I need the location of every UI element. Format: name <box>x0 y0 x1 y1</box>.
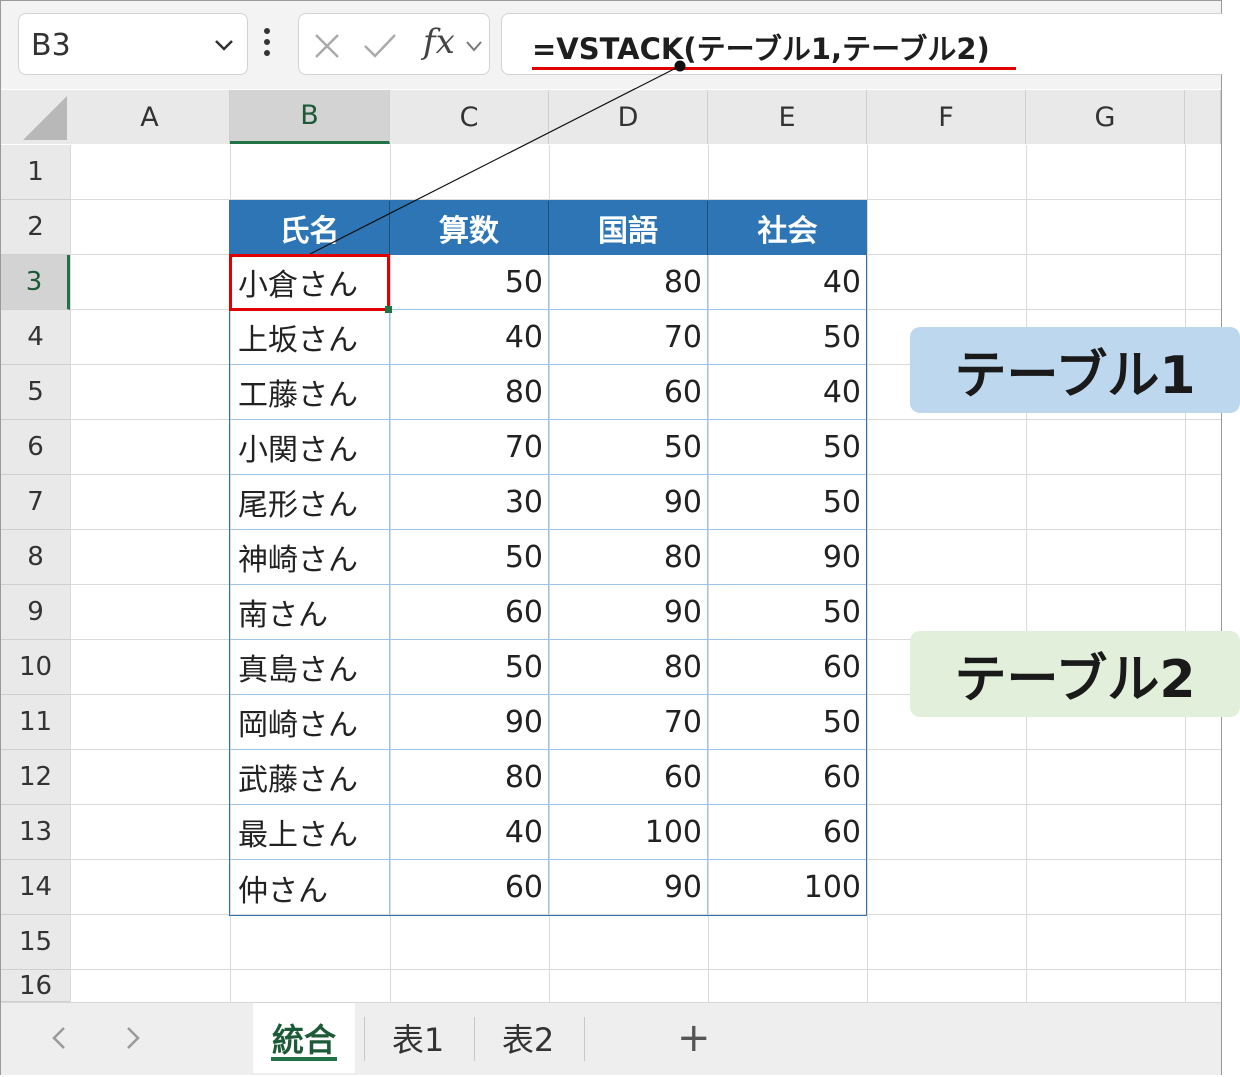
sheet-tab-table2[interactable]: 表2 <box>481 1003 575 1073</box>
sheet-tab-label: 統合 <box>271 1021 336 1059</box>
callout-table1: テーブル1 <box>910 327 1240 413</box>
chevron-right-icon[interactable] <box>123 1025 143 1051</box>
sheet-tab-table1[interactable]: 表1 <box>371 1003 465 1073</box>
add-sheet-button[interactable]: + <box>677 1015 711 1061</box>
callout-table2: テーブル2 <box>910 631 1240 717</box>
tab-separator <box>474 1017 475 1061</box>
callout-leader-line <box>309 60 686 255</box>
chevron-left-icon[interactable] <box>49 1025 69 1051</box>
tab-separator <box>584 1017 585 1061</box>
sheet-tab-bar: 統合 表1 表2 + <box>1 1002 1221 1075</box>
sheet-tab-combined[interactable]: 統合 <box>253 1003 355 1073</box>
sheet-tab-label: 表2 <box>501 1021 555 1059</box>
tab-separator <box>364 1017 365 1061</box>
sheet-tab-label: 表1 <box>391 1021 445 1059</box>
active-tab-underline <box>271 1057 337 1061</box>
